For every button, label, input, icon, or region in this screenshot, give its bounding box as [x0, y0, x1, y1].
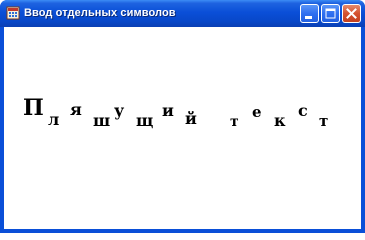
close-button[interactable] — [342, 4, 361, 23]
glyph-5: у — [114, 101, 125, 120]
glyph-8: й — [185, 109, 197, 128]
glyph-3: я — [70, 100, 82, 119]
glyph-13: т — [319, 112, 329, 130]
glyph-6: щ — [136, 111, 154, 130]
minimize-icon — [305, 16, 312, 19]
glyph-7: и — [162, 101, 174, 120]
glyph-10: е — [252, 103, 262, 121]
maximize-button[interactable] — [321, 4, 340, 23]
glyph-12: с — [298, 101, 308, 120]
glyph-11: к — [274, 111, 286, 130]
maximize-icon — [325, 8, 336, 19]
title-bar[interactable]: Ввод отдельных символов — [0, 0, 365, 27]
app-window: Ввод отдельных символов П л я ш у щ и й … — [0, 0, 365, 233]
application-icon[interactable] — [6, 6, 20, 20]
glyph-2: л — [48, 110, 60, 129]
close-icon — [346, 8, 357, 19]
glyph-9: т — [230, 114, 239, 130]
glyph-1: П — [23, 95, 44, 121]
window-title: Ввод отдельных символов — [24, 7, 176, 19]
client-area[interactable]: П л я ш у щ и й т е к с т — [4, 27, 361, 229]
minimize-button[interactable] — [300, 4, 319, 23]
glyph-4: ш — [93, 111, 111, 130]
